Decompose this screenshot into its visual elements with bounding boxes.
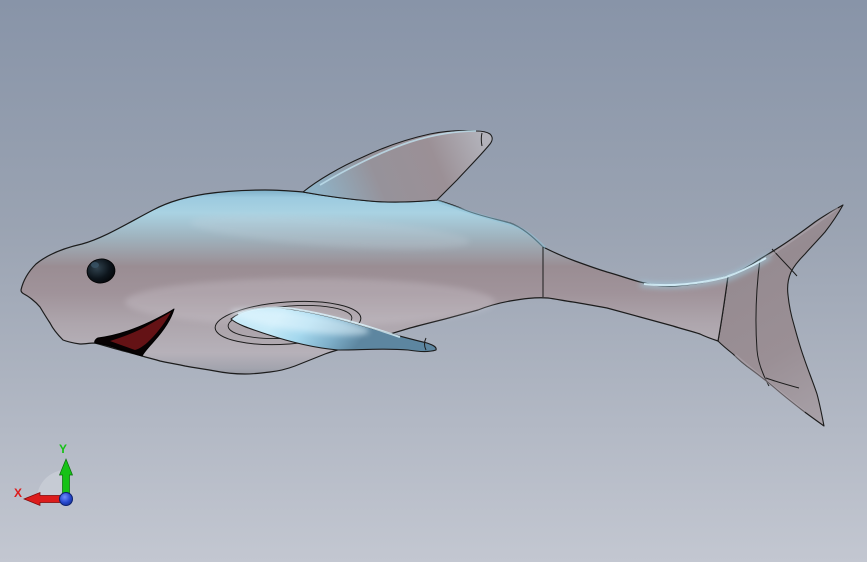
y-axis-label: Y <box>59 442 67 456</box>
eye-highlight <box>91 262 99 268</box>
z-axis-hub[interactable] <box>59 492 73 506</box>
x-axis-label: X <box>14 486 22 500</box>
cad-viewport[interactable]: X Y <box>0 0 867 562</box>
viewport-canvas[interactable]: X Y <box>0 0 867 562</box>
